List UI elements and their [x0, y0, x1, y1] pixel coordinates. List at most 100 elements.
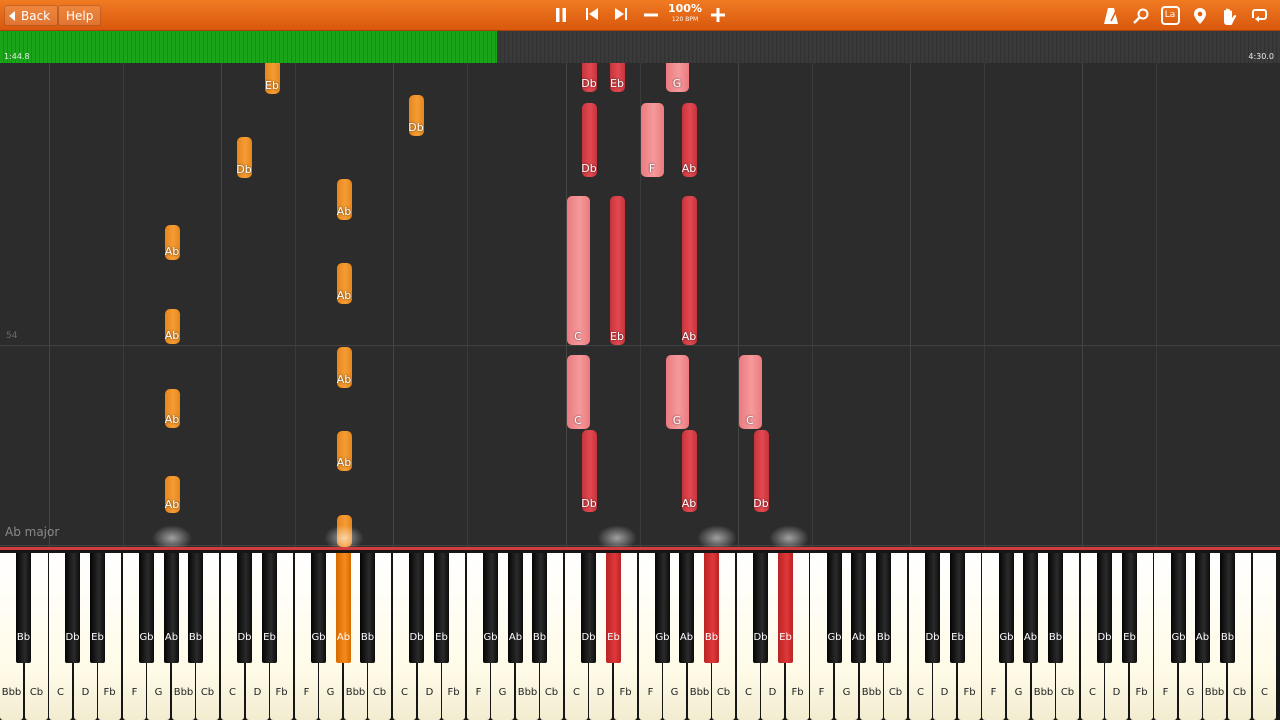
help-button[interactable]: Help: [58, 5, 102, 26]
black-key[interactable]: Gb: [655, 553, 670, 663]
black-key-label: Eb: [91, 632, 104, 643]
measure-line: [738, 63, 739, 547]
black-key[interactable]: Bb: [532, 553, 547, 663]
pause-icon[interactable]: [549, 4, 573, 27]
black-key[interactable]: Ab: [679, 553, 694, 663]
black-key-label: Db: [65, 632, 80, 643]
black-key[interactable]: Db: [925, 553, 940, 663]
falling-note: C: [566, 355, 590, 429]
black-key[interactable]: Gb: [483, 553, 498, 663]
measure-divider: [0, 545, 1280, 546]
black-key[interactable]: Bb: [1220, 553, 1235, 663]
falling-note: F: [640, 103, 664, 177]
black-key[interactable]: Ab: [508, 553, 523, 663]
black-key[interactable]: Bb: [16, 553, 31, 663]
beat-line: [467, 63, 468, 547]
falling-note: Db: [581, 430, 597, 512]
black-key[interactable]: Bb: [1048, 553, 1063, 663]
black-key[interactable]: Db: [753, 553, 768, 663]
current-time: 1:44.8: [4, 52, 30, 61]
note-label: C: [746, 414, 754, 427]
falling-note: G: [665, 63, 689, 92]
note-label: Ab: [164, 329, 180, 342]
falling-note: Db: [581, 103, 597, 177]
measure-divider: [0, 345, 1280, 346]
measure-line: [49, 63, 50, 547]
black-key[interactable]: Eb: [1122, 553, 1137, 663]
beat-line: [984, 63, 985, 547]
black-key[interactable]: Gb: [311, 553, 326, 663]
black-key[interactable]: Eb: [606, 553, 621, 663]
black-key[interactable]: Db: [409, 553, 424, 663]
black-key[interactable]: Eb: [950, 553, 965, 663]
hand-icon[interactable]: [1217, 4, 1241, 27]
beat-line: [1156, 63, 1157, 547]
key-hit-glow: [324, 525, 364, 547]
note-label: C: [574, 414, 582, 427]
black-key[interactable]: Ab: [336, 553, 351, 663]
loop-icon[interactable]: [1247, 4, 1271, 27]
progress-remaining: [497, 31, 1280, 63]
black-key[interactable]: Eb: [434, 553, 449, 663]
note-label: Ab: [164, 498, 180, 511]
black-key[interactable]: Bb: [704, 553, 719, 663]
skip-back-icon[interactable]: [580, 4, 604, 27]
song-progress-bar[interactable]: 1:44.8 4:30.0: [0, 31, 1280, 63]
piano-keyboard[interactable]: Bbb Cb C D Fb F G Bbb Cb C D Fb F G Bbb Cb C D Fb F G Bbb Cb C D…: [0, 547, 1280, 720]
black-key-label: Db: [237, 632, 252, 643]
measure-line: [221, 63, 222, 547]
black-key[interactable]: Eb: [778, 553, 793, 663]
black-key[interactable]: Ab: [851, 553, 866, 663]
black-key-label: Gb: [483, 632, 498, 643]
black-key-label: Ab: [679, 632, 694, 643]
note-label-icon-text: La: [1160, 6, 1180, 25]
note-label-icon[interactable]: La: [1158, 4, 1182, 27]
black-key[interactable]: Gb: [139, 553, 154, 663]
black-key[interactable]: Db: [237, 553, 252, 663]
metronome-icon[interactable]: [1099, 4, 1123, 27]
search-icon[interactable]: [1129, 4, 1153, 27]
note-label: Eb: [610, 77, 624, 90]
skip-forward-icon[interactable]: [609, 4, 633, 27]
black-key[interactable]: Bb: [360, 553, 375, 663]
note-label: Ab: [336, 456, 352, 469]
toolbar: Back Help 100% 120 BPM La: [0, 0, 1280, 31]
black-key-label: Bb: [16, 632, 31, 643]
map-pin-icon[interactable]: [1188, 4, 1212, 27]
note-label: Db: [753, 497, 769, 510]
black-key[interactable]: Db: [581, 553, 596, 663]
note-roll: 54 Ab major Eb Db Db Ab Ab Ab Ab Ab Ab Ab Ab Db Eb G D…: [0, 63, 1280, 547]
falling-note: Ab: [336, 347, 352, 388]
black-key-label: Ab: [336, 632, 351, 643]
black-key[interactable]: Gb: [827, 553, 842, 663]
black-key[interactable]: Eb: [90, 553, 105, 663]
black-key[interactable]: Db: [65, 553, 80, 663]
black-key-label: Eb: [435, 632, 448, 643]
note-label: Ab: [681, 330, 697, 343]
black-key[interactable]: Bb: [876, 553, 891, 663]
tempo-increase-icon[interactable]: [706, 4, 730, 27]
tempo-percent: 100%: [668, 2, 702, 15]
black-key-label: Eb: [779, 632, 792, 643]
tempo-decrease-icon[interactable]: [639, 4, 663, 27]
black-key-label: Ab: [508, 632, 523, 643]
note-label: Db: [581, 162, 597, 175]
black-key[interactable]: Ab: [1023, 553, 1038, 663]
black-key[interactable]: Ab: [164, 553, 179, 663]
black-key[interactable]: Gb: [1171, 553, 1186, 663]
back-button[interactable]: Back: [4, 5, 59, 26]
black-key[interactable]: Gb: [999, 553, 1014, 663]
white-key[interactable]: C: [1253, 553, 1276, 720]
black-key-label: Eb: [607, 632, 620, 643]
beat-line: [295, 63, 296, 547]
black-key-label: Gb: [1171, 632, 1186, 643]
black-key[interactable]: Bb: [188, 553, 203, 663]
black-key[interactable]: Db: [1097, 553, 1112, 663]
black-key-label: Eb: [1123, 632, 1136, 643]
synthesia-player: Back Help 100% 120 BPM La 1:44.8 4:30.0 …: [0, 0, 1280, 720]
black-key[interactable]: Eb: [262, 553, 277, 663]
note-label: Ab: [336, 205, 352, 218]
black-key[interactable]: Ab: [1195, 553, 1210, 663]
falling-note: Ab: [681, 430, 697, 512]
note-label: Db: [236, 163, 252, 176]
